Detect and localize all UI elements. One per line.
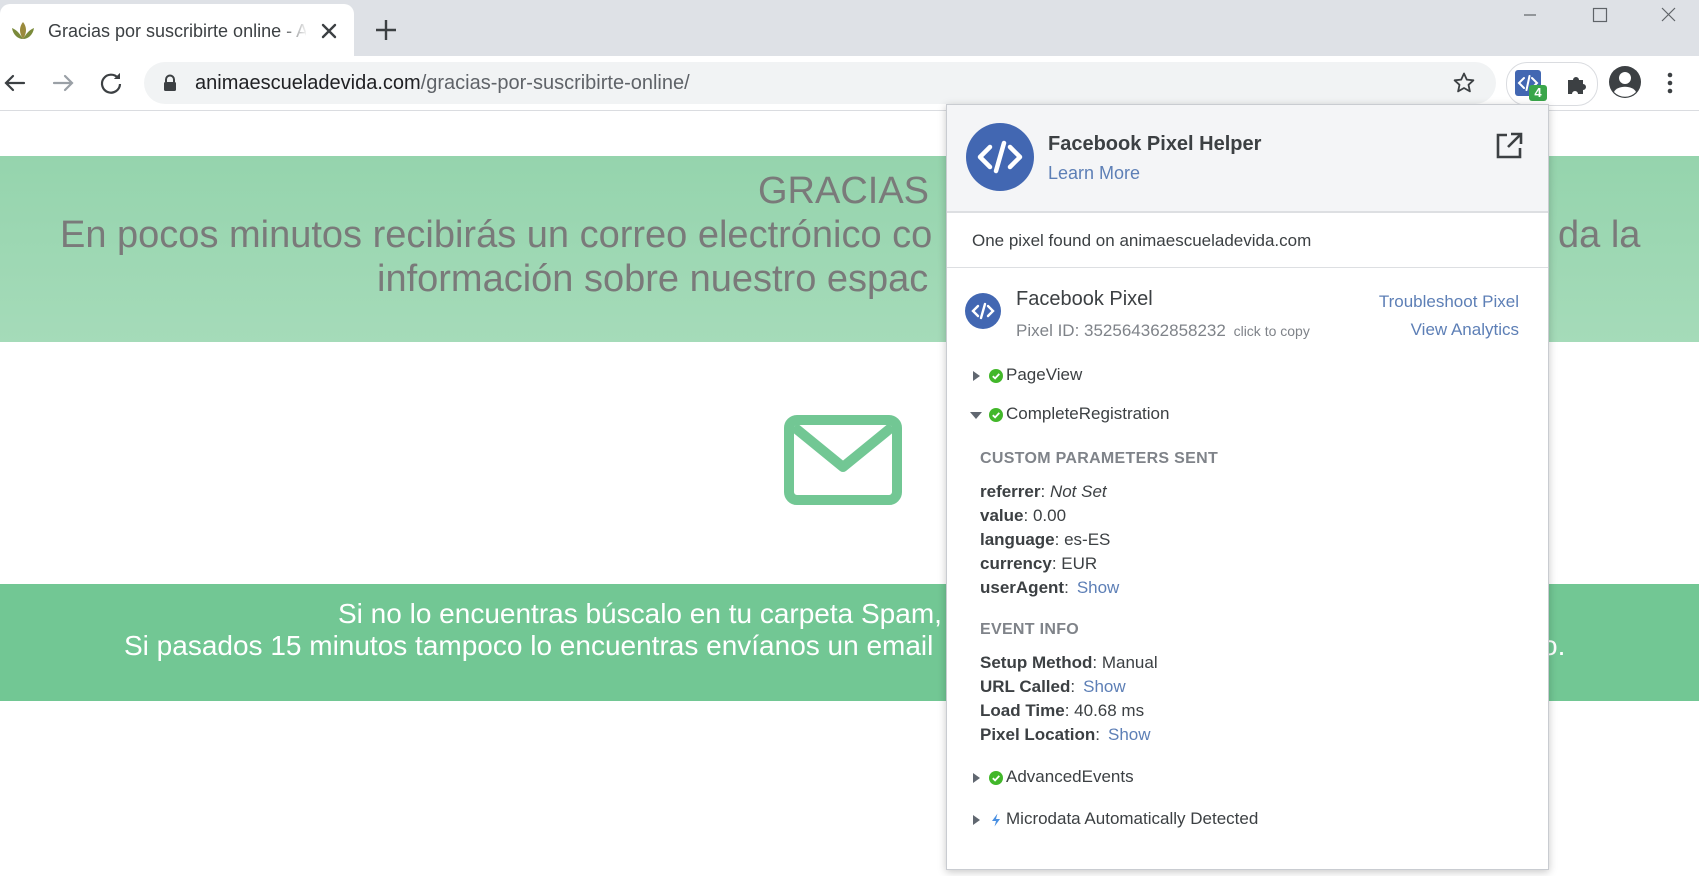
- open-external-icon[interactable]: [1494, 131, 1524, 161]
- profile-avatar-icon[interactable]: [1607, 64, 1643, 100]
- envelope-icon: [784, 415, 902, 505]
- extensions-area: 4: [1506, 62, 1598, 106]
- spam-notice-line2: Si pasados 15 minutos tampoco lo encuent…: [124, 630, 934, 661]
- event-info-heading: EVENT INFO: [980, 621, 1080, 638]
- spam-notice-line1: Si no lo encuentras búscalo en tu carpet…: [338, 598, 942, 629]
- url-host: animaescueladevida.com: [195, 72, 421, 94]
- back-arrow-icon[interactable]: [0, 68, 30, 98]
- url-path: /gracias-por-suscribirte-online/: [420, 72, 690, 94]
- lightning-bolt-icon: [992, 813, 1000, 827]
- pixel-id[interactable]: Pixel ID: 352564362858232 click to copy: [1016, 321, 1310, 341]
- confirmation-text-line1-end: da la: [1558, 214, 1641, 256]
- info-key: URL Called: [980, 677, 1071, 696]
- expand-triangle-icon[interactable]: [969, 369, 983, 383]
- success-check-icon: [989, 369, 1003, 383]
- param-key: language: [980, 530, 1055, 549]
- learn-more-link[interactable]: Learn More: [1048, 163, 1140, 184]
- param-referrer: referrer: Not Set: [980, 482, 1107, 501]
- popup-header: Facebook Pixel Helper Learn More: [947, 105, 1548, 213]
- tab-title: Gracias por suscribirte online - AI: [48, 21, 306, 41]
- event-label: PageView: [1006, 365, 1083, 384]
- lotus-favicon-icon: [12, 22, 34, 39]
- troubleshoot-pixel-link[interactable]: Troubleshoot Pixel: [1379, 292, 1519, 312]
- more-menu-icon[interactable]: [1660, 68, 1680, 98]
- pixel-name: Facebook Pixel: [1016, 288, 1153, 310]
- info-key: Load Time: [980, 701, 1065, 720]
- tab-close-icon[interactable]: [318, 20, 340, 42]
- maximize-window-icon[interactable]: [1575, 2, 1625, 28]
- pixels-found-text: One pixel found on animaescueladevida.co…: [972, 231, 1312, 250]
- popup-title: Facebook Pixel Helper: [1048, 133, 1262, 155]
- tab-title-fade: [280, 16, 308, 46]
- param-currency: currency: EUR: [980, 554, 1098, 573]
- event-label: CompleteRegistration: [1006, 404, 1170, 423]
- minimize-window-icon[interactable]: [1505, 2, 1555, 28]
- param-key: currency: [980, 554, 1052, 573]
- address-bar[interactable]: animaescueladevida.com/gracias-por-suscr…: [144, 62, 1496, 104]
- success-check-icon: [989, 408, 1003, 422]
- show-url-called-link[interactable]: Show: [1083, 677, 1126, 696]
- view-analytics-link[interactable]: View Analytics: [1411, 320, 1519, 340]
- param-language: language: es-ES: [980, 530, 1111, 549]
- pixel-id-text: Pixel ID: 352564362858232: [1016, 321, 1226, 340]
- lock-icon[interactable]: [162, 74, 178, 92]
- close-window-icon[interactable]: [1644, 2, 1694, 28]
- info-url-called: URL Called: Show: [980, 677, 1126, 696]
- info-setup-method: Setup Method: Manual: [980, 653, 1158, 672]
- divider: [947, 267, 1548, 268]
- url-text[interactable]: animaescueladevida.com/gracias-por-suscr…: [195, 72, 690, 95]
- new-tab-plus-icon[interactable]: [372, 16, 400, 44]
- tab-strip: Gracias por suscribirte online - AI: [0, 0, 1699, 56]
- extensions-puzzle-icon[interactable]: [1564, 71, 1590, 97]
- collapse-triangle-icon[interactable]: [969, 408, 983, 422]
- param-value-row: value: 0.00: [980, 506, 1067, 525]
- info-pixel-location: Pixel Location: Show: [980, 725, 1151, 744]
- info-value: 40.68 ms: [1074, 701, 1145, 720]
- param-key: value: [980, 506, 1024, 525]
- param-key: userAgent: [980, 578, 1065, 597]
- reload-icon[interactable]: [96, 68, 126, 98]
- expand-triangle-icon[interactable]: [969, 771, 983, 785]
- bookmark-star-icon[interactable]: [1452, 71, 1476, 95]
- expand-triangle-icon[interactable]: [969, 813, 983, 827]
- browser-tab[interactable]: Gracias por suscribirte online - AI: [0, 4, 354, 56]
- click-to-copy-hint[interactable]: click to copy: [1234, 323, 1310, 339]
- param-useragent: userAgent: Show: [980, 578, 1120, 597]
- forward-arrow-icon[interactable]: [48, 68, 78, 98]
- param-value: es-ES: [1064, 530, 1111, 549]
- extension-badge-count: 4: [1529, 85, 1547, 101]
- param-key: referrer: [980, 482, 1041, 501]
- event-label: Microdata Automatically Detected: [1006, 809, 1259, 828]
- info-key: Setup Method: [980, 653, 1093, 672]
- info-load-time: Load Time: 40.68 ms: [980, 701, 1145, 720]
- info-value: Manual: [1101, 653, 1158, 672]
- confirmation-text-line1: En pocos minutos recibirás un correo ele…: [60, 214, 933, 256]
- param-value: 0.00: [1032, 506, 1067, 525]
- info-key: Pixel Location: [980, 725, 1096, 744]
- browser-toolbar: animaescueladevida.com/gracias-por-suscr…: [0, 56, 1699, 111]
- pixel-helper-popup: Facebook Pixel Helper Learn More One pix…: [946, 104, 1549, 870]
- show-pixel-location-link[interactable]: Show: [1108, 725, 1151, 744]
- custom-parameters-heading: CUSTOM PARAMETERS SENT: [980, 450, 1219, 467]
- param-value: EUR: [1061, 554, 1098, 573]
- show-useragent-link[interactable]: Show: [1077, 578, 1120, 597]
- pixel-helper-logo-icon: [966, 123, 1034, 191]
- event-label: AdvancedEvents: [1006, 767, 1134, 786]
- success-check-icon: [989, 771, 1003, 785]
- pixel-code-icon: [965, 293, 1001, 329]
- param-value: Not Set: [1049, 482, 1107, 501]
- confirmation-text-line2: información sobre nuestro espac: [377, 258, 929, 300]
